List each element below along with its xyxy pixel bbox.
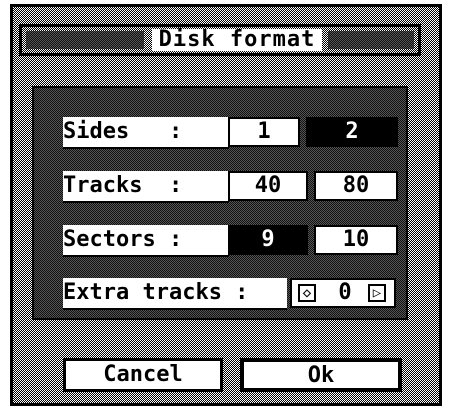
sectors-option-9[interactable]: 9 (228, 225, 308, 255)
sides-option-2[interactable]: 2 (306, 117, 398, 147)
tracks-option-40[interactable]: 40 (228, 171, 308, 201)
tracks-label: Tracks : (63, 171, 229, 203)
dialog-title: Disk format (152, 29, 322, 51)
sectors-label: Sectors : (63, 225, 229, 257)
extra-tracks-value: 0 (338, 280, 352, 305)
decrement-arrow-icon[interactable]: ◇ (298, 284, 316, 302)
extra-tracks-label: Extra tracks : (63, 278, 287, 310)
cancel-button[interactable]: Cancel (63, 358, 223, 392)
sides-label: Sides : (63, 117, 229, 149)
sectors-option-10[interactable]: 10 (314, 225, 398, 255)
ok-button[interactable]: Ok (240, 358, 402, 392)
sides-option-1[interactable]: 1 (228, 117, 300, 147)
increment-arrow-icon[interactable]: ▷ (368, 284, 386, 302)
tracks-option-80[interactable]: 80 (314, 171, 398, 201)
title-bar[interactable]: Disk format (19, 24, 421, 56)
extra-tracks-stepper: ◇ 0 ▷ (290, 278, 396, 308)
title-bar-hatch-right (328, 31, 414, 49)
title-bar-hatch-left (26, 31, 144, 49)
